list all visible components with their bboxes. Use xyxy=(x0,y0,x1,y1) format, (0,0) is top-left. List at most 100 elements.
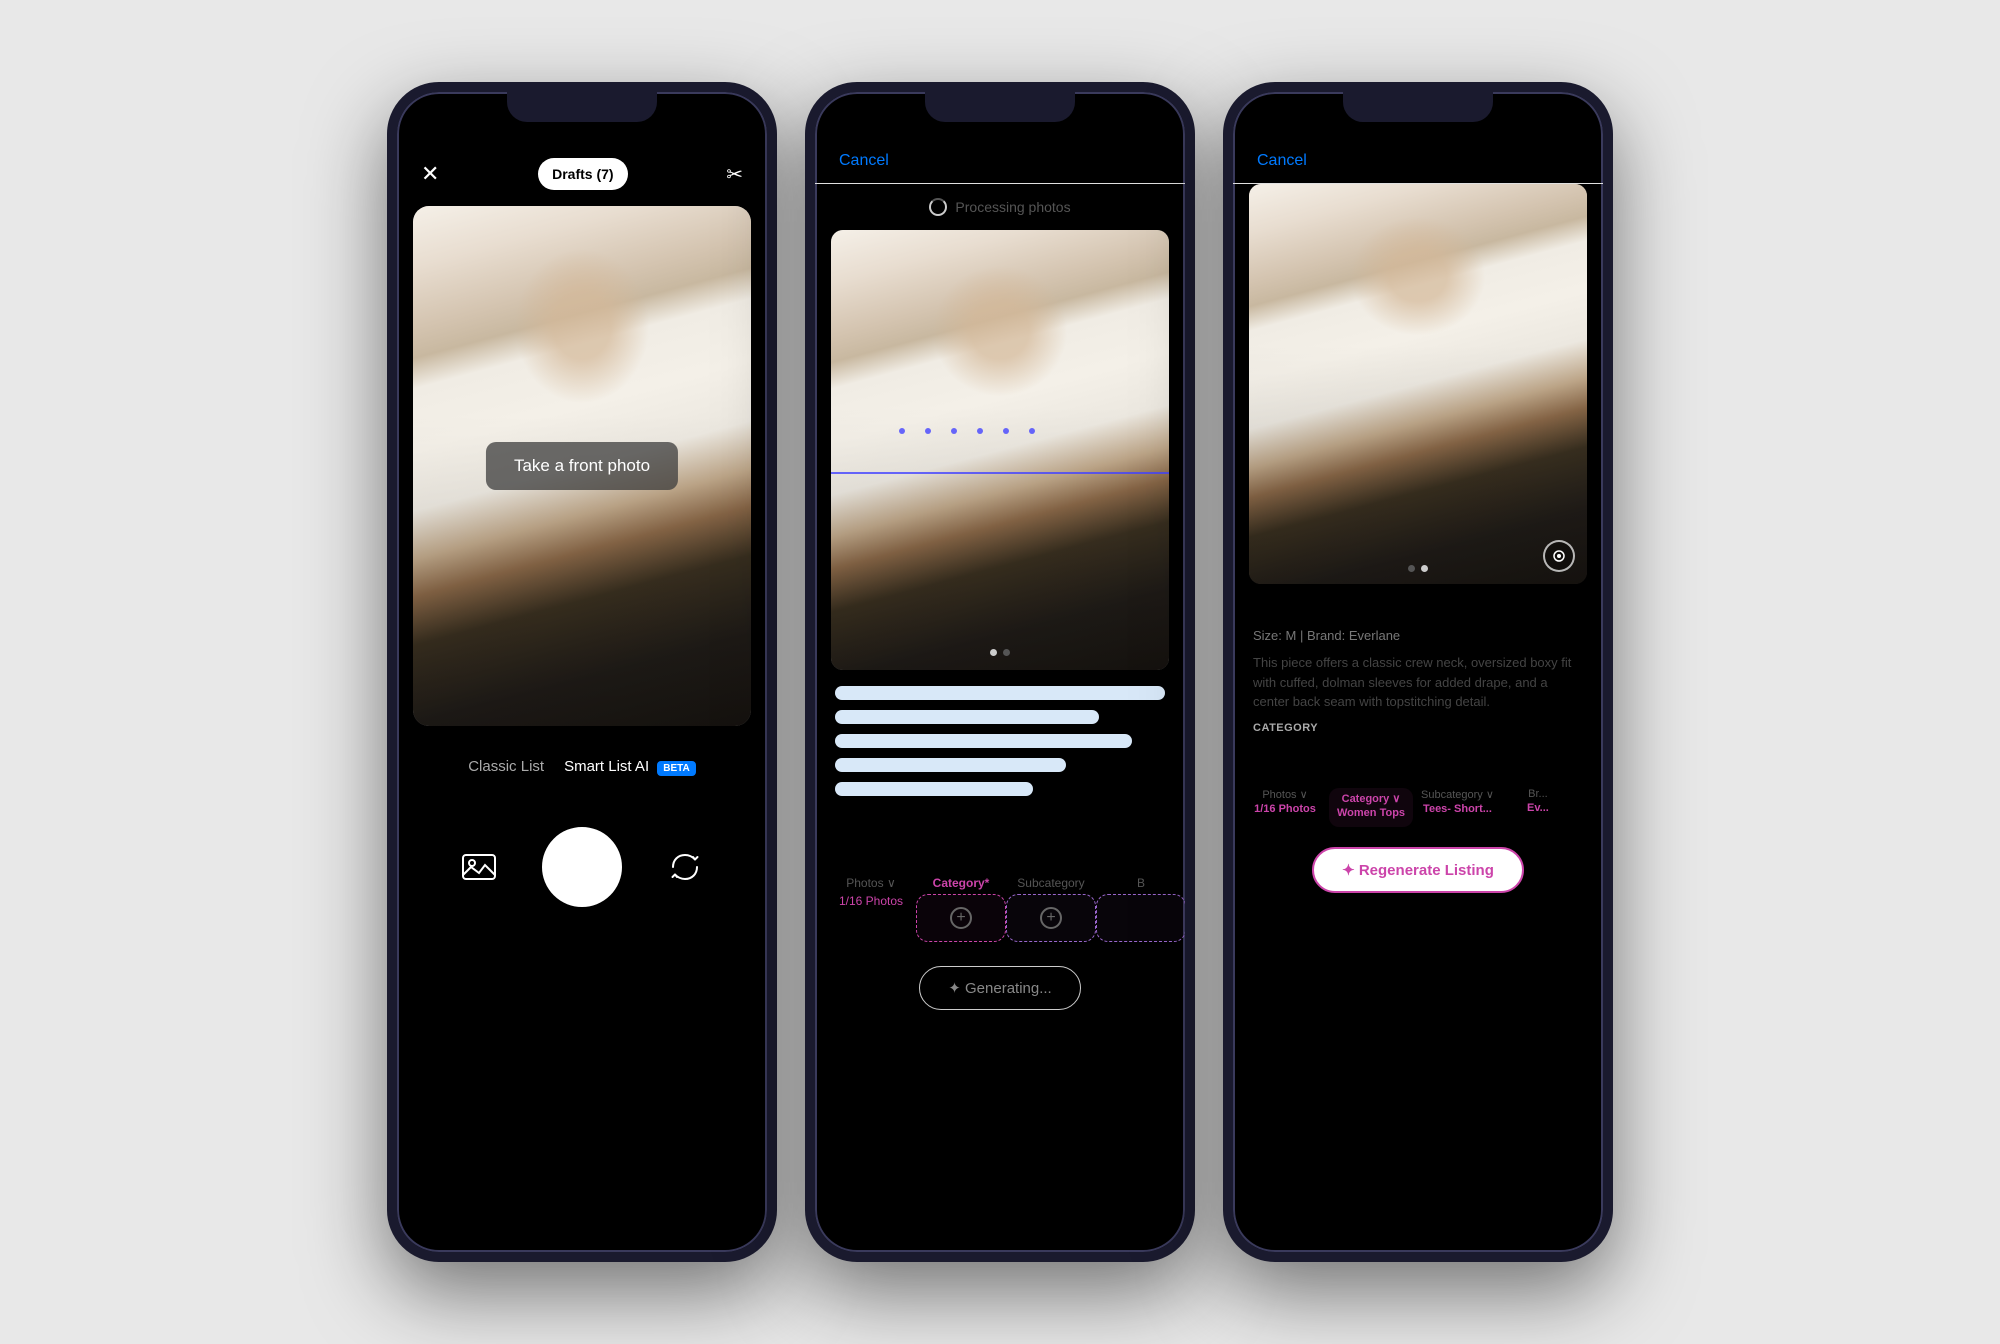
processing-indicator: Processing photos xyxy=(815,184,1185,230)
loading-line-1 xyxy=(835,686,1165,700)
result-dot-2 xyxy=(1421,565,1428,572)
scan-dot xyxy=(1003,428,1009,434)
phone-2: 9:41 ▲ Cancel Listing Preview xyxy=(805,82,1195,1262)
category-tab-box[interactable]: + xyxy=(916,894,1006,942)
home-bar-1 xyxy=(517,1239,647,1244)
status-bar-3: 9:41 ▲ xyxy=(1233,92,1603,142)
photos-tab-label: Photos ∨ xyxy=(846,876,895,890)
result-preview-3 xyxy=(1249,184,1587,584)
result-subcategory-tab[interactable]: Subcategory ∨ Tees- Short... xyxy=(1421,788,1494,827)
result-brand-label: Br... xyxy=(1528,788,1548,800)
camera-header: ✕ Drafts (7) ✂ xyxy=(397,142,767,206)
edit-section-title-3: Edit Your Listing xyxy=(1233,750,1603,788)
time-3: 9:41 xyxy=(1257,119,1282,134)
smart-list-mode[interactable]: Smart List AI BETA xyxy=(564,758,696,775)
loading-line-3 xyxy=(835,734,1132,748)
battery-icon-3 xyxy=(1557,120,1579,132)
signal-icon-3 xyxy=(1509,121,1531,132)
subcategory-tab-box[interactable]: + xyxy=(1006,894,1096,942)
nav-bar-2: Cancel Listing Preview xyxy=(815,142,1185,184)
dot-2 xyxy=(1003,649,1010,656)
result-category-value: Women Tops xyxy=(1337,807,1405,819)
scissors-icon[interactable]: ✂ xyxy=(726,162,743,187)
category-tab-label: Category* xyxy=(933,876,990,890)
cancel-button-2[interactable]: Cancel xyxy=(839,152,889,170)
brand-tab-2[interactable]: B xyxy=(1101,876,1181,942)
home-bar-3 xyxy=(1353,1239,1483,1244)
status-bar-1 xyxy=(397,92,767,142)
result-photo-3 xyxy=(1249,184,1587,584)
plus-circle-icon: + xyxy=(950,907,972,929)
result-category-tab[interactable]: Category ∨ Women Tops xyxy=(1329,788,1413,827)
scan-dot xyxy=(977,428,983,434)
listing-meta: Size: M | Brand: Everlane xyxy=(1253,628,1583,643)
generating-label: ✦ Generating... xyxy=(948,979,1051,997)
category-tab-2[interactable]: Category* + xyxy=(921,876,1001,942)
plus-circle-icon-2: + xyxy=(1040,907,1062,929)
regenerate-button[interactable]: ✦ Regenerate Listing xyxy=(1312,847,1524,893)
cancel-button-3[interactable]: Cancel xyxy=(1257,152,1307,170)
scan-dot xyxy=(1029,428,1035,434)
edit-section-title-2: Edit Your Listing xyxy=(815,822,1185,876)
battery-icon xyxy=(1139,120,1161,132)
photos-tab-2[interactable]: Photos ∨ 1/16 Photos xyxy=(831,876,911,942)
drafts-label: Drafts (7) xyxy=(552,166,613,182)
regenerate-label: ✦ Regenerate Listing xyxy=(1342,861,1494,879)
camera-viewfinder: Take a front photo xyxy=(413,206,751,726)
subcategory-tab-label: Subcategory xyxy=(1017,876,1084,890)
result-subcategory-value: Tees- Short... xyxy=(1423,803,1492,815)
phone-3: 9:41 ▲ Cancel Listing Preview Next xyxy=(1223,82,1613,1262)
photos-tab-value: 1/16 Photos xyxy=(839,894,903,908)
result-brand-tab[interactable]: Br... Ev... xyxy=(1502,788,1574,827)
page-title-2: Listing Preview xyxy=(934,150,1066,171)
next-button-3[interactable]: Next xyxy=(1544,152,1579,170)
flip-camera-button[interactable] xyxy=(665,847,705,887)
scan-dot xyxy=(925,428,931,434)
result-photos-value: 1/16 Photos xyxy=(1254,803,1316,815)
phone-1: ✕ Drafts (7) ✂ Take a front photo Classi… xyxy=(387,82,777,1262)
listing-info: Everlane Cotton Crew Tee Size M Size: M … xyxy=(1233,584,1603,750)
wifi-icon: ▲ xyxy=(1119,118,1133,134)
loading-line-4 xyxy=(835,758,1066,772)
loading-line-5 xyxy=(835,782,1033,796)
drafts-button[interactable]: Drafts (7) xyxy=(538,158,627,190)
wifi-icon-3: ▲ xyxy=(1537,118,1551,134)
scan-line xyxy=(831,472,1169,474)
camera-edit-icon[interactable] xyxy=(1543,540,1575,572)
gallery-button[interactable] xyxy=(459,847,499,887)
scan-dot xyxy=(951,428,957,434)
result-photos-tab[interactable]: Photos ∨ 1/16 Photos xyxy=(1249,788,1321,827)
brand-tab-box[interactable] xyxy=(1096,894,1185,942)
brand-tab-label: B xyxy=(1137,876,1145,890)
status-bar-2: 9:41 ▲ xyxy=(815,92,1185,142)
result-edit-tabs: Photos ∨ 1/16 Photos Category ∨ Women To… xyxy=(1233,788,1603,839)
nav-bar-3: Cancel Listing Preview Next xyxy=(1233,142,1603,184)
scan-dot xyxy=(899,428,905,434)
classic-list-mode[interactable]: Classic List xyxy=(468,758,544,775)
home-bar-2 xyxy=(935,1239,1065,1244)
camera-mode-bar: Classic List Smart List AI BETA xyxy=(397,734,767,799)
result-subcategory-label: Subcategory ∨ xyxy=(1421,788,1494,801)
category-section-label: CATEGORY xyxy=(1253,722,1583,734)
loading-line-2 xyxy=(835,710,1099,724)
time-2: 9:41 xyxy=(839,119,864,134)
dot-1 xyxy=(990,649,997,656)
page-title-3: Listing Preview xyxy=(1360,150,1492,171)
scan-dots xyxy=(899,428,1102,434)
result-brand-value: Ev... xyxy=(1527,802,1549,814)
result-photo-dots xyxy=(1408,565,1428,572)
listing-preview-2 xyxy=(831,230,1169,670)
close-button[interactable]: ✕ xyxy=(421,161,439,187)
result-dot-1 xyxy=(1408,565,1415,572)
photo-prompt-label: Take a front photo xyxy=(486,442,678,490)
edit-tabs-2: Photos ∨ 1/16 Photos Category* + Subcate… xyxy=(815,876,1185,954)
processing-label: Processing photos xyxy=(955,199,1070,215)
listing-photo-2 xyxy=(831,230,1169,670)
loading-skeleton xyxy=(815,670,1185,822)
listing-description: This piece offers a classic crew neck, o… xyxy=(1253,653,1583,712)
listing-title: Everlane Cotton Crew Tee Size M xyxy=(1253,600,1583,622)
shutter-button[interactable] xyxy=(542,827,622,907)
result-photos-label: Photos ∨ xyxy=(1262,788,1307,801)
subcategory-tab-2[interactable]: Subcategory + xyxy=(1011,876,1091,942)
signal-icon xyxy=(1091,121,1113,132)
